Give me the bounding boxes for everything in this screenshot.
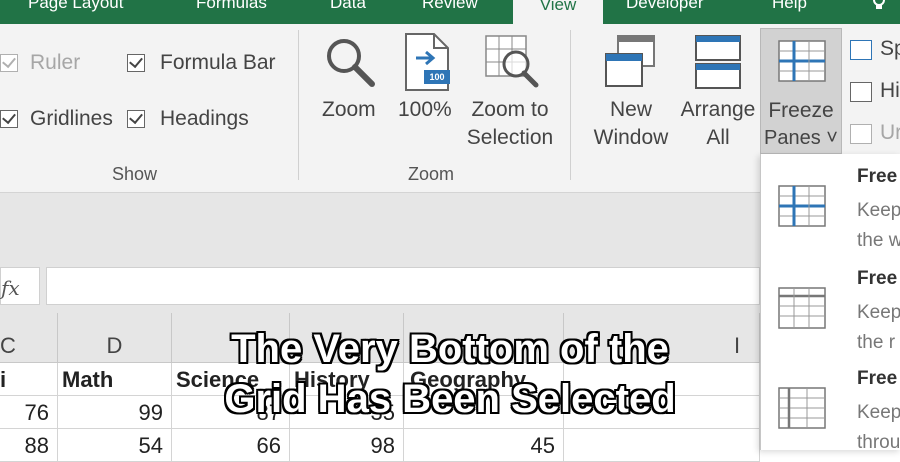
- table-cell[interactable]: [564, 429, 760, 462]
- show-group-label: Show: [112, 164, 158, 184]
- arrange-all-button[interactable]: [694, 34, 742, 90]
- menu-item-desc: throu: [857, 432, 900, 453]
- menu-item-desc: Keep: [857, 302, 900, 323]
- tab-view[interactable]: View: [513, 0, 603, 24]
- formula-bar-label: Formula Bar: [160, 51, 276, 74]
- table-cell[interactable]: 45: [404, 429, 564, 462]
- badge-100-text: 100: [429, 72, 445, 82]
- unhide-label[interactable]: Ur: [880, 121, 900, 145]
- freeze-panes-icon: [778, 40, 826, 82]
- tab-formulas[interactable]: Formulas: [196, 0, 267, 16]
- zoom-to-selection-button[interactable]: [484, 34, 542, 90]
- freeze-panes-option-icon: [778, 185, 826, 227]
- freeze-panes-button[interactable]: Freeze Panes ˅: [760, 28, 842, 154]
- zoom-button[interactable]: [322, 34, 378, 90]
- zoom-group-label: Zoom: [408, 164, 455, 184]
- headings-label: Headings: [160, 107, 249, 130]
- tab-page-layout[interactable]: Page Layout: [28, 0, 123, 16]
- new-window-button[interactable]: [604, 34, 658, 90]
- all-label[interactable]: All: [676, 126, 760, 150]
- ribbon-tab-bar: Page Layout Formulas Data Review View De…: [0, 0, 900, 24]
- group-divider: [298, 30, 299, 180]
- table-cell[interactable]: 54: [58, 429, 172, 462]
- selection-label[interactable]: Selection: [462, 126, 558, 150]
- split-label[interactable]: Sp: [880, 37, 900, 61]
- window-label[interactable]: Window: [584, 126, 678, 150]
- zoom-label[interactable]: Zoom: [322, 98, 376, 122]
- ruler-label: Ruler: [30, 51, 81, 74]
- freeze-label: Freeze: [768, 99, 834, 122]
- panes-label: Panes ˅: [764, 127, 838, 149]
- formula-bar-checkbox[interactable]: [127, 54, 145, 72]
- arrange-all-icon: [695, 35, 741, 89]
- gridlines-checkbox[interactable]: [0, 110, 18, 128]
- new-label[interactable]: New: [590, 98, 672, 122]
- zoom-100-button[interactable]: 100: [402, 32, 452, 92]
- split-icon[interactable]: [850, 40, 872, 60]
- hide-icon[interactable]: [850, 82, 872, 102]
- table-cell[interactable]: 66: [172, 429, 290, 462]
- table-cell[interactable]: 88: [0, 429, 58, 462]
- zoom-selection-icon: [485, 35, 539, 88]
- arrange-label[interactable]: Arrange: [676, 98, 760, 122]
- menu-item-desc: the w: [857, 230, 900, 251]
- ruler-checkbox[interactable]: [0, 54, 18, 72]
- headings-checkbox[interactable]: [127, 110, 145, 128]
- zoom-to-label[interactable]: Zoom to: [462, 98, 558, 122]
- hide-label[interactable]: Hi: [880, 79, 900, 103]
- menu-item-desc: Keep: [857, 200, 900, 221]
- fx-icon: fx: [1, 276, 20, 300]
- formula-input[interactable]: [46, 267, 760, 305]
- new-window-icon: [605, 35, 655, 87]
- tab-data[interactable]: Data: [330, 0, 366, 16]
- gridlines-label: Gridlines: [30, 107, 113, 130]
- tab-help[interactable]: Help: [772, 0, 807, 16]
- tab-review[interactable]: Review: [422, 0, 478, 16]
- magnifier-icon: [327, 39, 375, 87]
- group-divider: [570, 30, 571, 180]
- lightbulb-icon[interactable]: [868, 0, 890, 16]
- caption-line-1: The Very Bottom of the: [231, 327, 669, 371]
- menu-item-title: Free: [857, 268, 898, 289]
- tab-developer[interactable]: Developer: [626, 0, 704, 16]
- caption-overlay: The Very Bottom of the Grid Has Been Sel…: [0, 324, 900, 424]
- caption-line-2: Grid Has Been Selected: [224, 377, 676, 421]
- unhide-icon[interactable]: [850, 124, 872, 144]
- menu-item-title: Free: [857, 166, 898, 187]
- table-cell[interactable]: 98: [290, 429, 404, 462]
- fx-button[interactable]: fx: [0, 267, 40, 305]
- zoom-100-label[interactable]: 100%: [398, 98, 452, 122]
